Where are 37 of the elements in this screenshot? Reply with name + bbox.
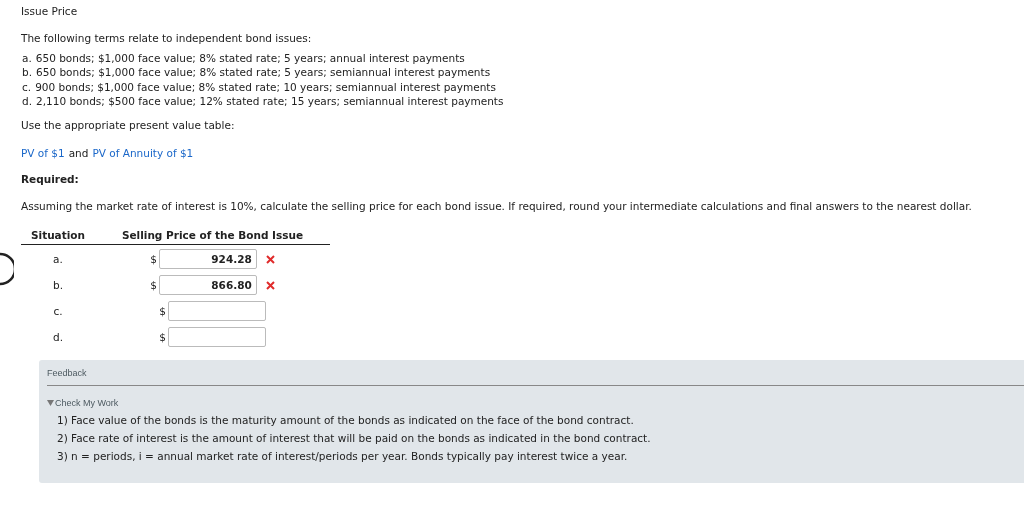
feedback-title: Feedback (47, 368, 88, 379)
prompt-text: Use the appropriate present value table: (21, 119, 236, 133)
situation-label: a. (52, 253, 64, 266)
pv-table-link[interactable]: PV of Annuity of $1 (92, 147, 194, 160)
answer-field[interactable]: 924.28 (158, 249, 257, 270)
term-label: a. (22, 52, 32, 64)
required-heading: Required: (21, 173, 80, 187)
term-text: 650 bonds; $1,000 face value; 8% stated rate; 5 years; annual interest payments (35, 52, 465, 64)
answer-field[interactable]: 866.80 (158, 275, 257, 296)
pv-table-link[interactable]: PV of $1 (21, 147, 65, 160)
term-label: b. (22, 66, 32, 79)
question-title: Issue Price (21, 5, 79, 18)
term-text: 900 bonds; $1,000 face value; 8% stated rate; 10 years; semiannual interest payments (35, 80, 496, 93)
intro-text: The following terms relate to independent bond issues: (21, 32, 313, 45)
feedback-item: 2) Face rate of interest is the amount of interest that will be paid on the bonds as indicated in the bond contract. (57, 431, 652, 447)
joiner-text: and (68, 147, 89, 160)
situation-label: b. (52, 279, 64, 292)
column-header: Situation (29, 229, 87, 242)
currency-symbol: $ (150, 279, 157, 292)
term-label: c. (22, 80, 32, 93)
situation-label: d. (52, 331, 64, 344)
feedback-item: 3) n = periods, i = annual market rate of interest/periods per year. Bonds typically pay interest twice a year. (57, 449, 629, 465)
term-text: 2,110 bonds; $500 face value; 12% stated rate; 15 years; semiannual interest payments (36, 95, 504, 108)
answer-field[interactable] (167, 301, 266, 322)
situation-label: c. (52, 305, 64, 318)
term-label: d. (22, 95, 32, 108)
currency-symbol: $ (159, 331, 166, 344)
term-text: 650 bonds; $1,000 face value; 8% stated rate; 5 years; semiannual interest payments (36, 66, 491, 79)
triangle-icon (47, 400, 54, 407)
arc-icon (0, 252, 14, 286)
feedback-item: 1) Face value of the bonds is the maturity amount of the bonds as indicated on the face of the bond contract. (57, 413, 635, 429)
currency-symbol: $ (159, 305, 166, 318)
currency-symbol: $ (150, 253, 157, 266)
answer-field[interactable] (167, 327, 266, 348)
column-header: Selling Price of the Bond Issue (120, 229, 305, 242)
check-my-work-toggle[interactable]: Check My Work (47, 398, 119, 409)
instruction-text: Assuming the market rate of interest is 10%, calculate the selling price for each bond issue. If required, round your intermediate calculations and final answers to the nearest dollar. (21, 200, 973, 214)
